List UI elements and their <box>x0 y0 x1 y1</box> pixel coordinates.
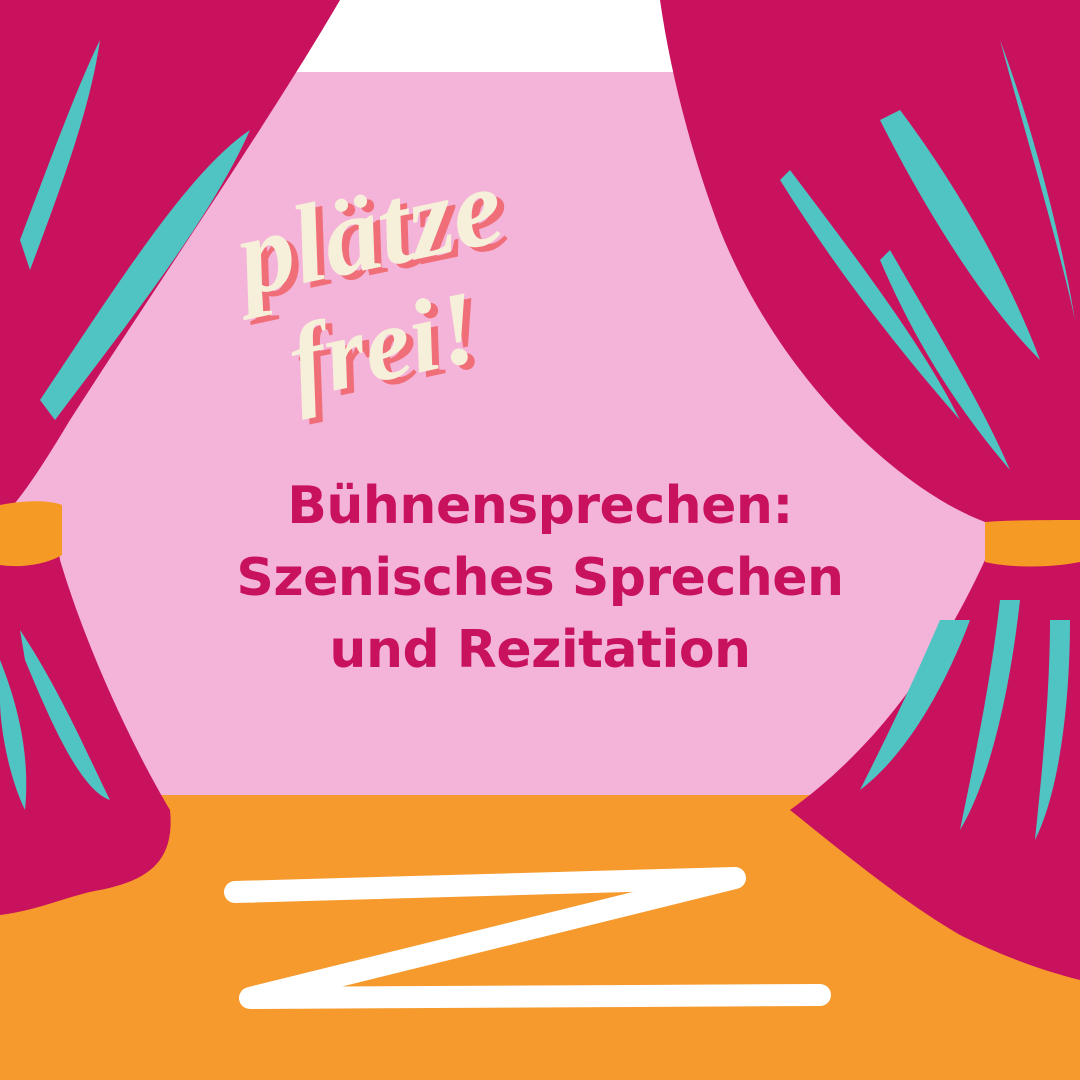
course-title: Bühnensprechen: Szenisches Sprechen und … <box>140 470 940 686</box>
course-title-line3: und Rezitation <box>329 620 751 680</box>
course-title-line1: Bühnensprechen: <box>287 476 793 536</box>
left-curtain-tieback <box>0 501 62 567</box>
course-title-line2: Szenisches Sprechen <box>236 548 844 608</box>
stage-poster: plätze plätze frei! frei! Bühnensprechen… <box>0 0 1080 1080</box>
right-curtain-tieback <box>985 520 1080 567</box>
